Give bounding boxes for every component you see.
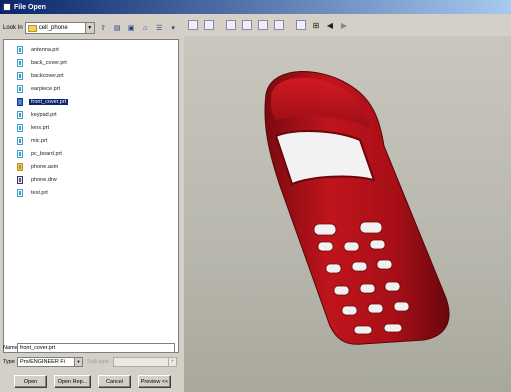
file-item[interactable]: front_cover.prt	[4, 95, 178, 108]
refit-icon[interactable]	[188, 20, 198, 30]
file-item[interactable]: lens.prt	[4, 121, 178, 134]
type-value: Pro/ENGINEER Fi	[20, 359, 65, 365]
look-in-row: Look In cell_phone ▼ ⇧ ▤ ▣ ⌂ ☰ ▾	[3, 21, 179, 35]
reorient-icon[interactable]	[204, 20, 214, 30]
file-name: earpiece.prt	[31, 85, 61, 92]
preview-button[interactable]: Preview <<	[138, 375, 171, 388]
file-item[interactable]: backcover.prt	[4, 69, 178, 82]
hidden-line-icon[interactable]	[242, 20, 252, 30]
title-bar: File Open	[0, 0, 511, 14]
part-file-icon	[17, 84, 23, 93]
name-input[interactable]: front_cover.prt	[17, 343, 175, 353]
forward-arrow-icon: ▶	[340, 20, 348, 30]
working-dir-icon[interactable]: ⌂	[140, 23, 151, 34]
look-in-label: Look In	[3, 25, 23, 31]
part-file-icon	[17, 58, 23, 67]
tools-icon[interactable]: ▾	[168, 23, 179, 34]
window-icon	[3, 3, 11, 11]
part-file-icon	[17, 136, 23, 145]
file-name: mic.prt	[31, 137, 48, 144]
view-list-icon[interactable]: ▤	[112, 23, 123, 34]
chevron-down-icon[interactable]: ▼	[84, 23, 94, 33]
up-folder-icon[interactable]: ⇧	[98, 23, 109, 34]
file-item[interactable]: phone.drw	[4, 173, 178, 186]
back-arrow-icon[interactable]: ◀	[326, 20, 334, 30]
name-row: Name front_cover.prt	[3, 343, 175, 353]
no-hidden-icon[interactable]	[258, 20, 268, 30]
type-select[interactable]: Pro/ENGINEER Fi ▼	[17, 357, 83, 367]
file-name: antenna.prt	[31, 46, 59, 53]
display-window	[274, 130, 376, 186]
file-browser-pane: Look In cell_phone ▼ ⇧ ▤ ▣ ⌂ ☰ ▾ antenna…	[0, 14, 184, 392]
file-name: phone.asm	[31, 163, 59, 170]
file-item[interactable]: antenna.prt	[4, 43, 178, 56]
model-tree-icon[interactable]: ⊞	[312, 20, 320, 30]
file-name: phone.drw	[31, 176, 57, 183]
file-name: test.prt	[31, 189, 48, 196]
wireframe-icon[interactable]	[226, 20, 236, 30]
file-list[interactable]: antenna.prt back_cover.prt backcover.prt ea…	[3, 39, 179, 353]
subtype-label: Sub-type	[87, 359, 110, 365]
file-item[interactable]: keypad.prt	[4, 108, 178, 121]
file-name: lens.prt	[31, 124, 50, 131]
model-preview[interactable]	[184, 36, 511, 392]
open-button[interactable]: Open	[14, 375, 47, 388]
chevron-down-icon: ▼	[168, 358, 176, 366]
file-item[interactable]: back_cover.prt	[4, 56, 178, 69]
part-file-icon	[17, 97, 23, 106]
part-file-icon	[17, 123, 23, 132]
dialog-buttons: Open Open Rep... Cancel Preview <<	[14, 375, 178, 388]
assembly-file-icon	[17, 162, 23, 171]
file-item[interactable]: mic.prt	[4, 134, 178, 147]
file-name: pc_board.prt	[31, 150, 62, 157]
part-file-icon	[17, 149, 23, 158]
file-item[interactable]: test.prt	[4, 186, 178, 199]
preview-toolbar: ⊞ ◀ ▶	[184, 14, 511, 36]
part-file-icon	[17, 188, 23, 197]
file-name: backcover.prt	[31, 72, 64, 79]
file-name: front_cover.prt	[29, 98, 69, 105]
shading-icon[interactable]	[274, 20, 284, 30]
look-in-combo[interactable]: cell_phone ▼	[24, 22, 95, 34]
window-title: File Open	[14, 3, 46, 11]
file-name: back_cover.prt	[31, 59, 67, 66]
type-row: Type Pro/ENGINEER Fi ▼ Sub-type ▼	[3, 357, 177, 367]
name-label: Name	[3, 345, 18, 351]
cancel-button[interactable]: Cancel	[98, 375, 131, 388]
file-name: keypad.prt	[31, 111, 57, 118]
part-file-icon	[17, 110, 23, 119]
open-rep-button[interactable]: Open Rep...	[54, 375, 91, 388]
part-file-icon	[17, 71, 23, 80]
subtype-select: ▼	[113, 357, 177, 367]
new-folder-icon[interactable]: ▣	[126, 23, 137, 34]
phone-model-render	[264, 71, 450, 345]
type-label: Type	[3, 359, 15, 365]
look-in-value: cell_phone	[38, 25, 68, 31]
file-item[interactable]: pc_board.prt	[4, 147, 178, 160]
view-options-icon[interactable]: ☰	[154, 23, 165, 34]
folder-icon	[27, 24, 37, 32]
file-item[interactable]: earpiece.prt	[4, 82, 178, 95]
chevron-down-icon[interactable]: ▼	[74, 358, 82, 366]
drawing-file-icon	[17, 175, 23, 184]
part-file-icon	[17, 45, 23, 54]
saved-views-icon[interactable]	[296, 20, 306, 30]
file-item[interactable]: phone.asm	[4, 160, 178, 173]
